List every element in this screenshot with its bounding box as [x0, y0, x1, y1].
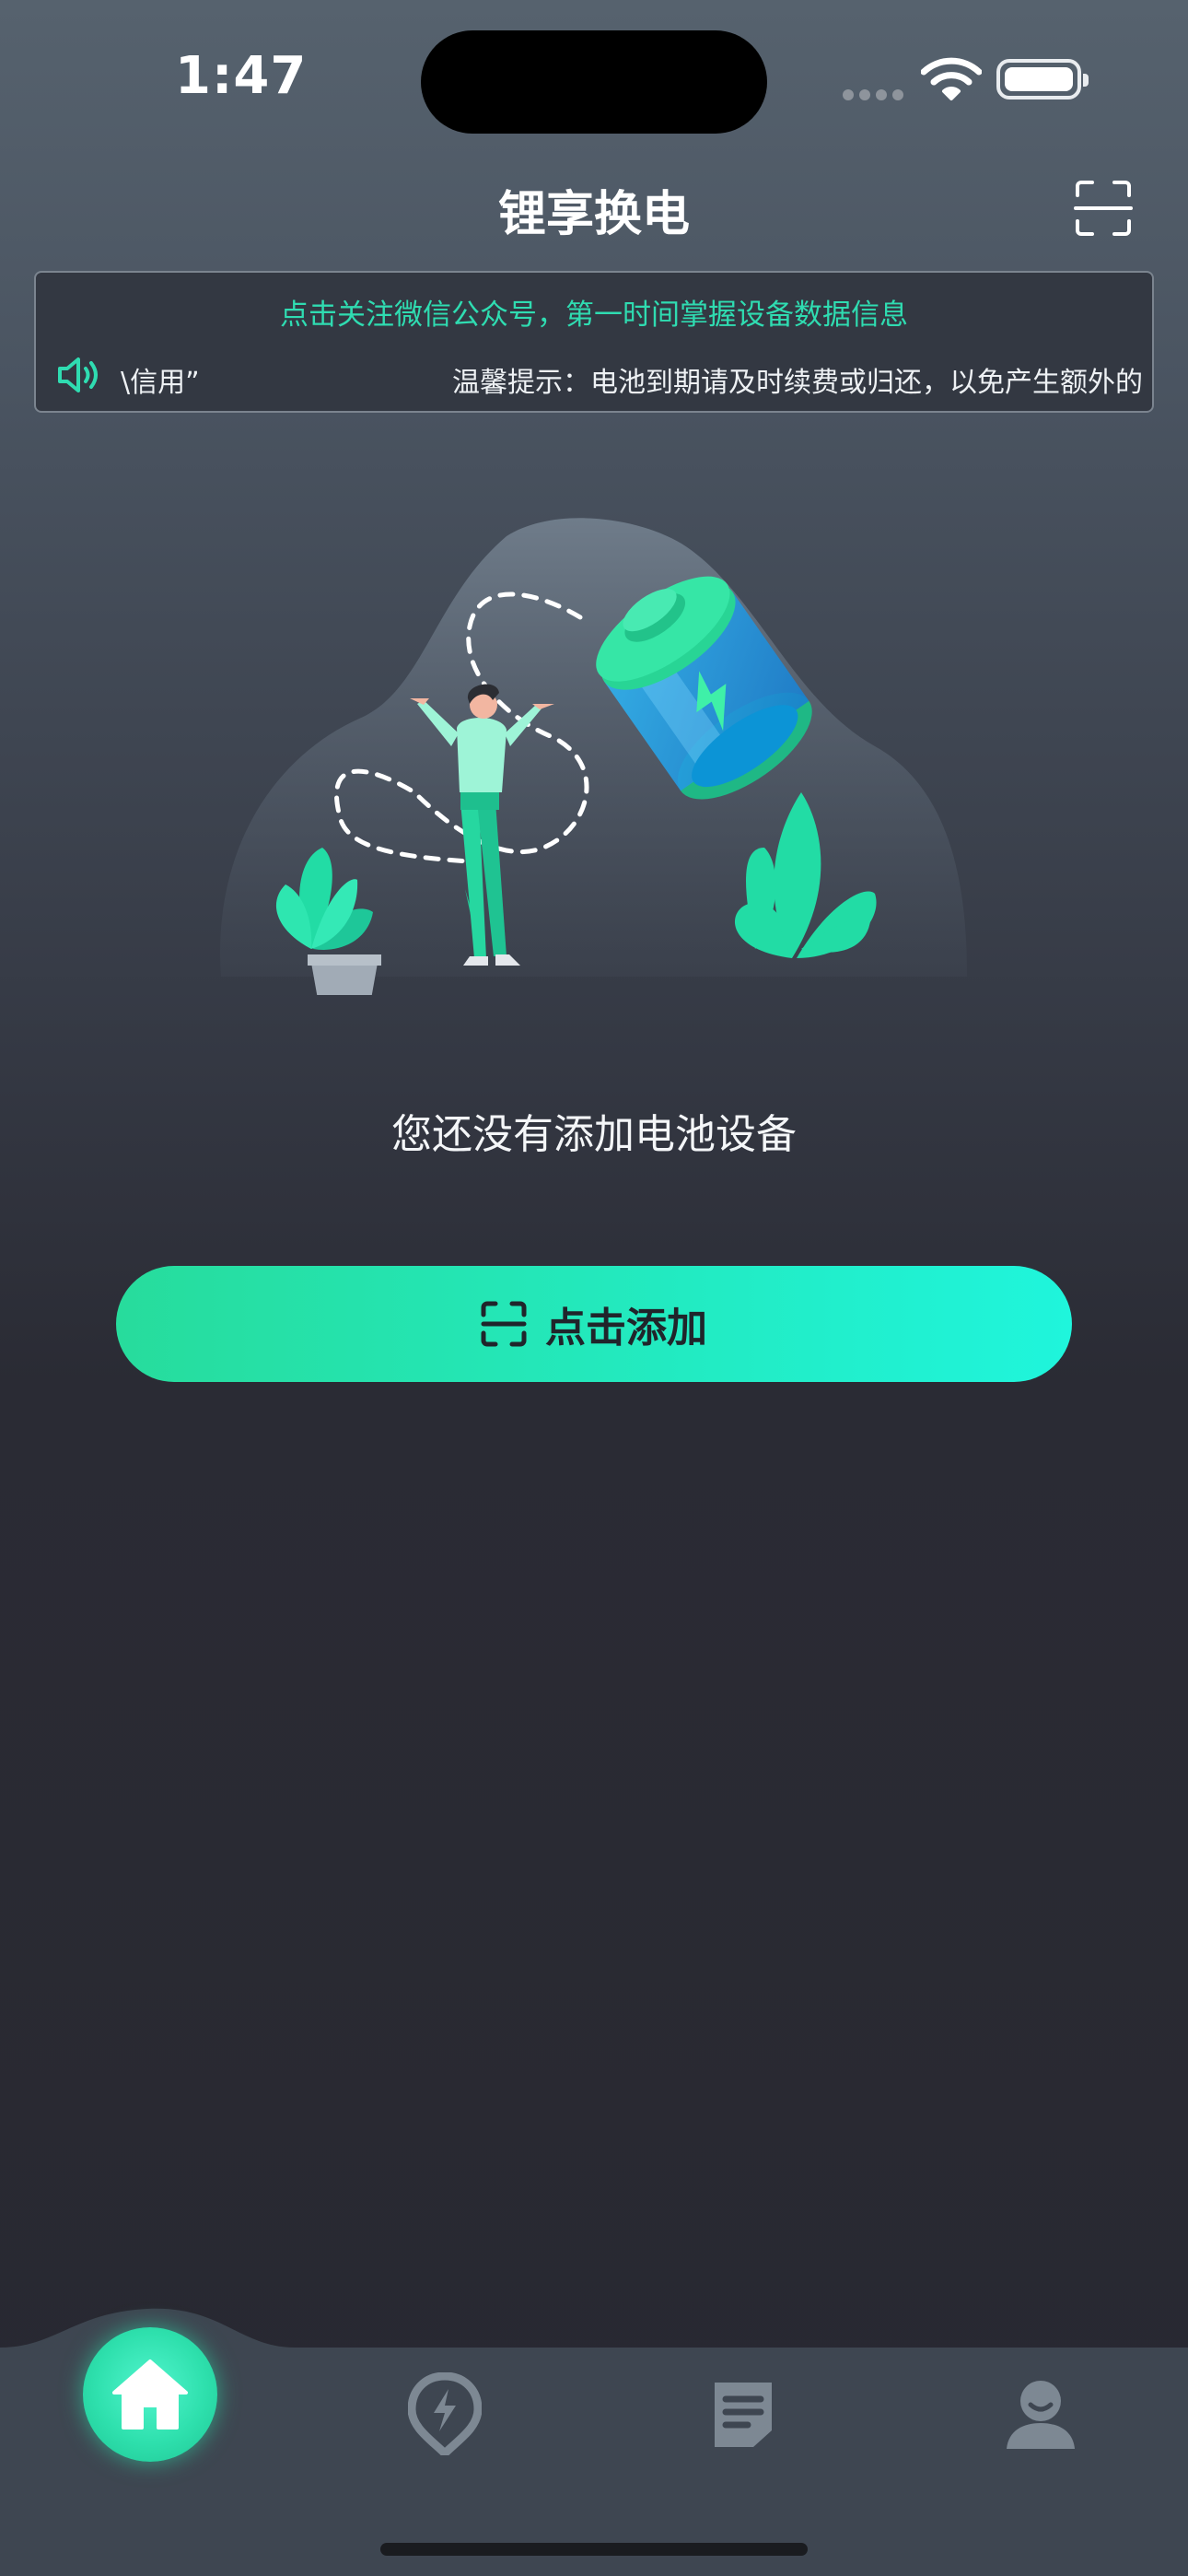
- add-device-button[interactable]: 点击添加: [116, 1266, 1072, 1382]
- profile-icon: [1007, 2381, 1075, 2449]
- speaker-icon: [58, 357, 98, 392]
- battery-icon: [996, 59, 1089, 100]
- dynamic-island: [421, 30, 767, 134]
- wifi-icon: [921, 57, 982, 100]
- tab-profile[interactable]: [976, 2359, 1105, 2469]
- status-time: 1:47: [175, 46, 308, 106]
- wechat-follow-link[interactable]: 点击关注微信公众号，第一时间掌握设备数据信息: [36, 291, 1152, 333]
- scan-icon[interactable]: [1074, 179, 1133, 238]
- tab-orders[interactable]: [679, 2359, 808, 2469]
- charging-station-icon: [408, 2372, 482, 2455]
- home-indicator: [380, 2543, 808, 2556]
- home-icon: [112, 2359, 188, 2430]
- cellular-signal-icon: [843, 87, 909, 104]
- add-device-label: 点击添加: [545, 1305, 707, 1352]
- empty-state-message: 您还没有添加电池设备: [391, 1111, 797, 1158]
- tab-home[interactable]: [83, 2327, 217, 2462]
- scan-icon: [481, 1301, 527, 1347]
- page-title: 锂享换电: [497, 187, 690, 242]
- notice-board[interactable]: 点击关注微信公众号，第一时间掌握设备数据信息 \信用” 温馨提示：电池到期请及时…: [34, 271, 1154, 413]
- notice-scroll-tail: \信用”: [121, 367, 200, 399]
- notice-scroll-message: 温馨提示：电池到期请及时续费或归还，以免产生额外的: [452, 367, 1143, 399]
- person-battery-illustration: [220, 518, 968, 995]
- orders-icon: [715, 2383, 772, 2447]
- tab-charging-stations[interactable]: [380, 2359, 509, 2469]
